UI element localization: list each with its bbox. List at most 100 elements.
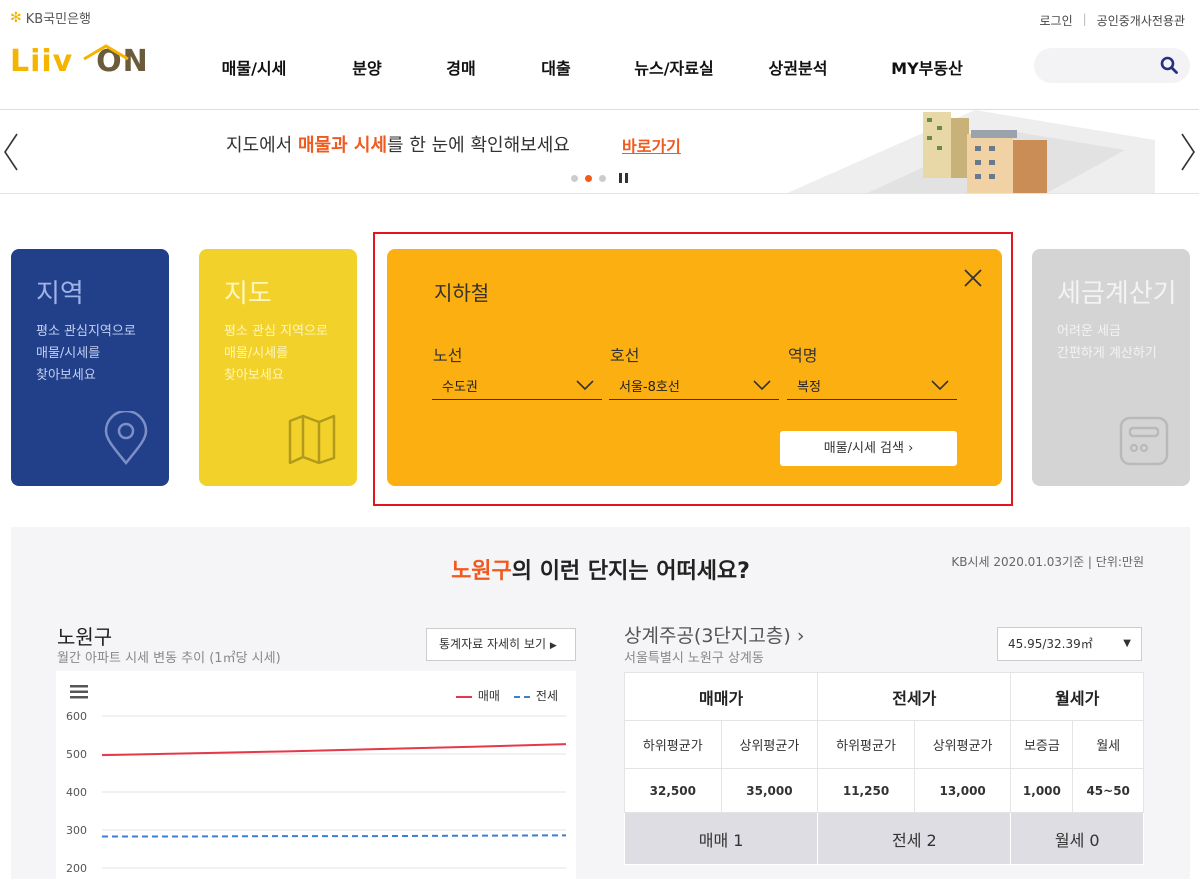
banner-text-highlight: 매물과 시세 [297,135,388,156]
series-line-jeonse [102,834,567,838]
agent-link[interactable]: 공인중개사전용관 [1097,12,1185,29]
card-region-desc-line: 평소 관심지역으로 [36,324,136,339]
table-cell: 45~50 [1072,768,1144,813]
table-row: 32,500 35,000 11,250 13,000 1,000 45~50 [624,768,1144,813]
station-label: 역명 [788,346,818,365]
banner-dot-2[interactable] [585,174,592,182]
region-subtitle: 월간 아파트 시세 변동 추이 (1㎡당 시세) [57,651,281,666]
group-monthly: 월세가 [1010,672,1144,721]
group-sale: 매매가 [623,672,819,721]
search-button-label: 매물/시세 검색 [823,441,904,456]
pause-icon[interactable] [619,173,628,183]
table-row: 매매가 전세가 월세가 [623,672,1144,721]
card-region-title: 지역 [36,279,84,309]
table-cell: 11,250 [817,768,915,813]
card-map-desc: 평소 관심 지역으로 매물/시세를 찾아보세요 [224,321,328,387]
banner-message: 지도에서 매물과 시세를 한 눈에 확인해보세요 [226,131,570,157]
apartment-title[interactable]: 상계주공(3단지고층) › [624,621,804,648]
line-group-value: 수도권 [442,380,478,395]
table-subheader: 하위평균가 [817,720,915,769]
kb-star-icon: ✻ [10,9,22,26]
banner-text-after: 를 한 눈에 확인해보세요 [387,135,570,156]
card-subway-search: 지하철 노선 호선 역명 수도권 서울-8호선 복정 매물/시세 검색 › [387,249,1002,486]
calculator-icon [1119,416,1169,466]
location-pin-icon [104,411,148,465]
top-links: 로그인 | 공인중개사전용관 [1040,12,1186,29]
price-trend-chart: 매매 전세 600 500 400 300 200 [56,671,576,879]
y-tick-label: 300 [66,824,87,837]
table-cell: 13,000 [913,768,1012,813]
banner-next-icon[interactable] [1179,132,1197,172]
nav-my-realestate[interactable]: MY부동산 [854,55,1000,79]
card-region-desc: 평소 관심지역으로 매물/시세를 찾아보세요 [36,321,136,387]
top-link-separator: | [1082,12,1087,26]
listing-price-search-button[interactable]: 매물/시세 검색 › [780,431,957,466]
card-map-desc-line: 매물/시세를 [224,346,289,361]
folded-map-icon [288,414,336,465]
banner-prev-icon[interactable] [2,132,20,172]
line-number-select[interactable]: 서울-8호선 [609,371,779,400]
table-subheader: 상위평균가 [720,720,819,769]
table-cell: 35,000 [720,768,819,813]
banner-pagination [571,173,628,183]
close-icon[interactable] [962,267,984,289]
nav-news[interactable]: 뉴스/자료실 [606,55,742,79]
table-subheader: 하위평균가 [624,720,722,769]
banner-text-before: 지도에서 [226,135,298,156]
nav-presale[interactable]: 분양 [318,55,416,79]
login-link[interactable]: 로그인 [1040,12,1073,29]
card-map-desc-line: 평소 관심 지역으로 [224,324,328,339]
search-input[interactable] [1048,48,1158,83]
card-tax-desc: 어려운 세금 간편하게 계산하기 [1057,321,1157,365]
line-group-label: 노선 [433,346,463,365]
main-nav: 매물/시세 분양 경매 대출 뉴스/자료실 상권분석 MY부동산 [190,55,1000,79]
card-region-desc-line: 매물/시세를 [36,346,101,361]
banner-dot-3[interactable] [599,174,606,182]
table-subheader: 월세 [1072,720,1144,769]
table-subheader: 상위평균가 [913,720,1012,769]
chevron-down-icon [753,380,771,391]
area-select-value: 45.95/32.39㎡ [1008,637,1093,651]
card-tax-desc-line: 간편하게 계산하기 [1057,346,1157,361]
section-title-region: 노원구 [451,559,512,584]
card-subway-title: 지하철 [434,281,490,305]
table-row: 하위평균가 상위평균가 하위평균가 상위평균가 보증금 월세 [624,720,1144,769]
tab-sale-count[interactable]: 매매 1 [623,812,819,865]
tab-jeonse-count[interactable]: 전세 2 [817,812,1012,865]
apartment-address: 서울특별시 노원구 상계동 [624,651,764,666]
card-tax-calculator[interactable]: 세금계산기 어려운 세금 간편하게 계산하기 [1032,249,1190,486]
area-select[interactable]: 45.95/32.39㎡ ▼ [997,627,1142,661]
kb-bank-logo[interactable]: ✻ KB국민은행 [10,8,91,28]
banner-go-link[interactable]: 바로가기 [622,133,681,157]
card-tax-title: 세금계산기 [1057,279,1177,309]
search-box [1034,48,1190,83]
logo-left-text: Liiv [10,44,74,79]
card-tax-desc-line: 어려운 세금 [1057,324,1121,339]
group-jeonse: 전세가 [817,672,1012,721]
stats-detail-button[interactable]: 통계자료 자세히 보기 ▶ [426,628,576,661]
logo-roof-icon [83,44,129,60]
nav-commercial[interactable]: 상권분석 [742,55,854,79]
price-table: 매매가 전세가 월세가 하위평균가 상위평균가 하위평균가 상위평균가 보증금 … [623,672,1144,865]
banner-apartment-illustration [787,110,1155,193]
station-select[interactable]: 복정 [787,371,957,400]
caret-right-icon: ▶ [549,641,557,651]
banner-dot-1[interactable] [571,174,578,182]
chart-plot: 600 500 400 300 200 [66,710,567,875]
search-icon[interactable] [1160,56,1178,74]
card-map-search[interactable]: 지도 평소 관심 지역으로 매물/시세를 찾아보세요 [199,249,357,486]
station-value: 복정 [797,380,821,395]
table-cell: 32,500 [624,768,722,813]
card-region-search[interactable]: 지역 평소 관심지역으로 매물/시세를 찾아보세요 [11,249,169,486]
tab-monthly-count[interactable]: 월세 0 [1010,812,1144,865]
nav-loan[interactable]: 대출 [506,55,606,79]
nav-listings[interactable]: 매물/시세 [190,55,318,79]
nav-auction[interactable]: 경매 [416,55,506,79]
table-row: 매매 1 전세 2 월세 0 [623,812,1144,865]
apartment-name: 상계주공(3단지고층) [624,625,791,647]
card-region-desc-line: 찾아보세요 [36,368,96,383]
price-basis-note: KB시세 2020.01.03기준 | 단위:만원 [951,555,1144,569]
y-tick-label: 200 [66,862,87,875]
line-group-select[interactable]: 수도권 [432,371,602,400]
chevron-right-icon: › [796,625,805,647]
